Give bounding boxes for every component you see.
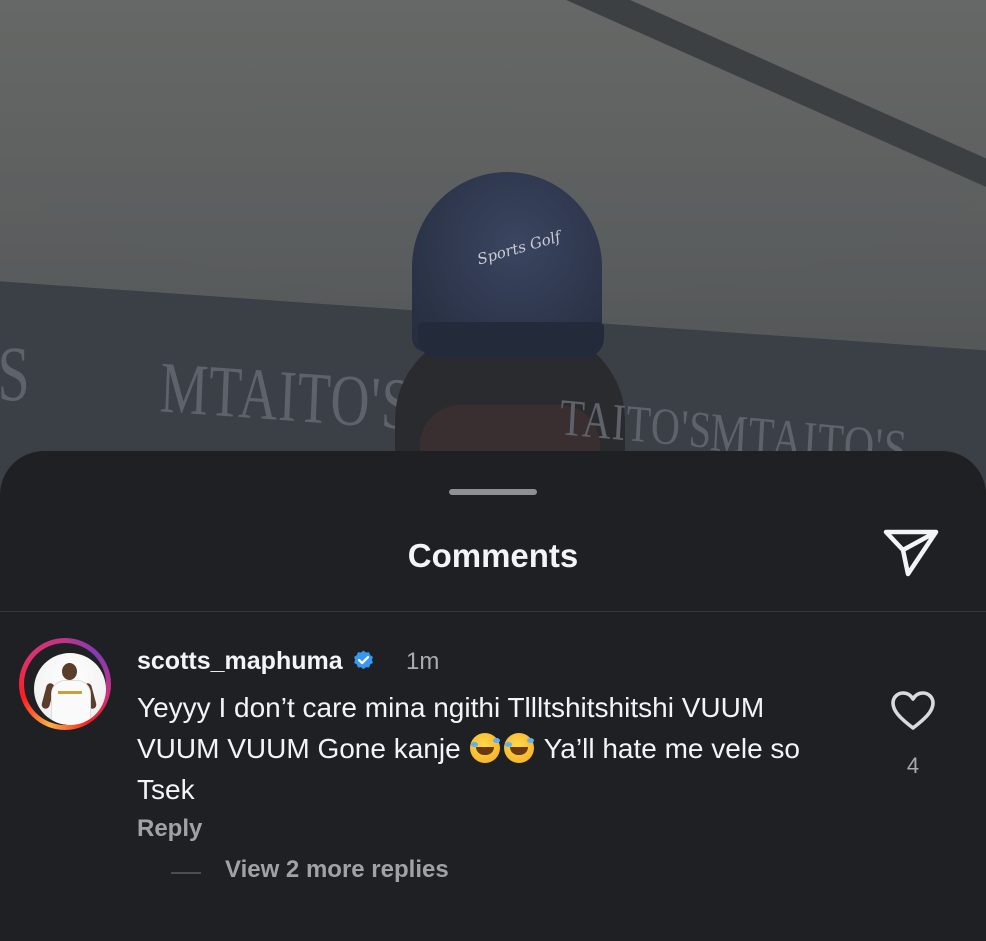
comment-timestamp: 1m	[406, 648, 440, 675]
banner-text: 'S	[0, 329, 31, 418]
header-divider	[0, 611, 986, 612]
replies-divider	[171, 872, 201, 874]
video-background: 'S MTAITO'S TAITO'S MTAITO'S Sports Golf	[0, 0, 986, 500]
comments-sheet: Comments scotts_maphuma 1m Yeyyy I don’t…	[0, 451, 986, 941]
verified-badge-icon	[353, 650, 373, 670]
sheet-grabber[interactable]	[449, 489, 537, 495]
avatar-image	[34, 653, 106, 725]
comment-text: Yeyyy I don’t care mina ngithi Tllltshit…	[137, 687, 827, 810]
reply-button[interactable]: Reply	[137, 815, 202, 843]
laughing-emoji-icon	[504, 733, 535, 763]
sheet-title: Comments	[407, 537, 579, 574]
heart-icon	[891, 691, 935, 730]
cap-brim	[418, 322, 604, 358]
like-count: 4	[906, 753, 920, 778]
paper-plane-icon	[883, 529, 939, 577]
banner-text: MTAITO'S	[158, 346, 414, 446]
comment-username[interactable]: scotts_maphuma	[137, 647, 376, 676]
share-button[interactable]	[878, 523, 944, 581]
like-button[interactable]	[888, 687, 938, 735]
view-replies-button[interactable]: View 2 more replies	[225, 856, 449, 884]
avatar[interactable]	[19, 638, 111, 730]
username-text[interactable]: scotts_maphuma	[137, 647, 343, 676]
laughing-emoji-icon	[470, 733, 501, 763]
